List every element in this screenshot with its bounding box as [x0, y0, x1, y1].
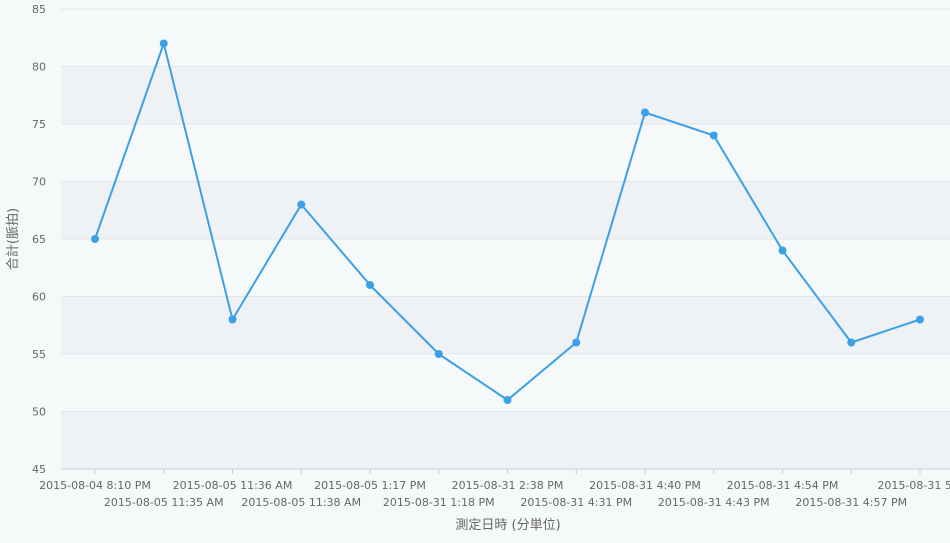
x-tick-label: 2015-08-05 11:38 AM [241, 496, 361, 509]
x-tick-label: 2015-08-31 4:43 PM [658, 496, 770, 509]
x-tick-label: 2015-08-05 1:17 PM [314, 479, 426, 492]
plot-band [61, 296, 950, 354]
x-tick-label: 2015-08-31 4:31 PM [520, 496, 632, 509]
y-axis: 45 50 55 60 65 70 75 80 85 [32, 3, 46, 476]
plot-band [61, 411, 950, 469]
y-tick-label: 80 [32, 61, 46, 74]
y-tick-label: 70 [32, 176, 46, 189]
y-axis-title: 合計(脈拍) [5, 208, 21, 270]
y-tick-label: 60 [32, 291, 46, 304]
x-axis: 2015-08-04 8:10 PM 2015-08-05 11:35 AM 201… [39, 469, 950, 509]
plot-bands [61, 66, 950, 469]
y-tick-label: 65 [32, 233, 46, 246]
data-point[interactable] [503, 396, 512, 404]
y-tick-label: 50 [32, 406, 46, 419]
plot-band [61, 66, 950, 124]
y-tick-label: 75 [32, 118, 46, 131]
data-point[interactable] [641, 108, 649, 117]
x-tick-label: 2015-08-04 8:10 PM [39, 479, 151, 492]
x-tick-label: 2015-08-31 2:38 PM [452, 479, 564, 492]
x-tick-label: 2015-08-05 11:36 AM [173, 479, 293, 492]
y-tick-label: 45 [32, 463, 46, 476]
data-point[interactable] [916, 315, 924, 324]
x-tick-label: 2015-08-31 5:0 [877, 479, 950, 492]
x-axis-title: 測定日時 (分単位) [455, 517, 560, 533]
data-point[interactable] [709, 131, 718, 140]
data-point[interactable] [572, 338, 581, 347]
x-tick-label: 2015-08-31 4:54 PM [727, 479, 839, 492]
data-point[interactable] [297, 200, 306, 209]
data-point[interactable] [778, 246, 787, 255]
y-tick-label: 85 [32, 3, 46, 16]
x-tick-label: 2015-08-31 4:40 PM [589, 479, 701, 492]
data-point[interactable] [847, 338, 856, 347]
data-point[interactable] [159, 39, 168, 48]
x-tick-label: 2015-08-31 1:18 PM [383, 496, 495, 509]
y-tick-label: 55 [32, 348, 46, 361]
x-tick-label: 2015-08-05 11:35 AM [104, 496, 224, 509]
data-point[interactable] [366, 281, 374, 289]
data-point[interactable] [91, 235, 99, 243]
plot-band [61, 181, 950, 239]
data-point[interactable] [228, 315, 237, 324]
x-tick-label: 2015-08-31 4:57 PM [795, 496, 907, 509]
data-point[interactable] [434, 350, 443, 358]
chart-svg: 455055606570758085 2015-08-04 8:10 PM201… [5, 3, 950, 533]
line-chart: 45 50 55 60 65 70 75 80 85 2015-08-04 8:10 PM 201… [0, 0, 950, 539]
